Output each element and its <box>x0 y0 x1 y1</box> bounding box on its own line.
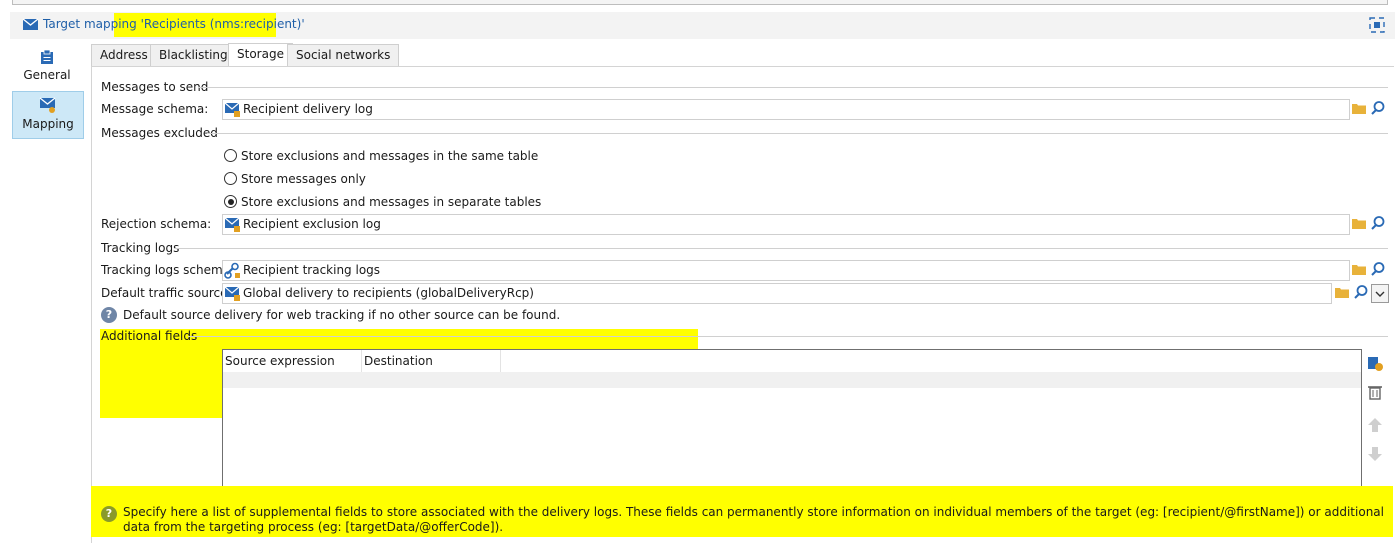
help-icon: ? <box>101 506 117 522</box>
delete-icon[interactable] <box>1366 383 1384 401</box>
schema-envelope-icon <box>224 217 240 232</box>
traffic-source-dropdown-button[interactable] <box>1371 284 1389 303</box>
tab-address[interactable]: Address <box>91 44 157 66</box>
radio-label: Store exclusions and messages in separat… <box>241 195 542 209</box>
radio-button[interactable] <box>224 149 237 162</box>
tracking-link-icon <box>224 262 240 279</box>
section-messages-to-send: Messages to send <box>101 80 209 94</box>
tracking-schema-value: Recipient tracking logs <box>243 263 381 277</box>
tab-social-networks[interactable]: Social networks <box>287 44 400 66</box>
folder-icon[interactable] <box>1351 215 1369 233</box>
maximize-icon[interactable] <box>1369 17 1385 33</box>
radio-button[interactable] <box>224 172 237 185</box>
section-messages-excluded: Messages excluded <box>101 126 218 140</box>
radio-label: Store messages only <box>241 172 366 186</box>
move-up-icon[interactable] <box>1366 416 1384 434</box>
tab-blacklisting[interactable]: Blacklisting <box>150 44 237 66</box>
traffic-source-label: Default traffic source: <box>101 286 232 300</box>
search-icon[interactable] <box>1370 215 1388 233</box>
chevron-down-icon <box>1375 291 1385 297</box>
section-tracking-logs: Tracking logs <box>101 241 180 255</box>
message-schema-value: Recipient delivery log <box>243 102 373 116</box>
help-icon: ? <box>101 307 117 323</box>
sidebar-item-label: Mapping <box>22 117 74 131</box>
search-icon[interactable] <box>1370 261 1388 279</box>
additional-fields-grid[interactable]: Source expression Destination <box>222 349 1362 502</box>
title-prefix: Target mapping <box>43 17 137 31</box>
radio-same-table[interactable]: Store exclusions and messages in the sam… <box>224 149 538 163</box>
delivery-envelope-icon <box>224 286 240 301</box>
radio-messages-only[interactable]: Store messages only <box>224 172 366 186</box>
table-row[interactable] <box>223 372 1361 388</box>
radio-label: Store exclusions and messages in the sam… <box>241 149 539 163</box>
section-additional-fields: Additional fields <box>101 329 198 343</box>
tab-storage[interactable]: Storage <box>228 43 293 67</box>
schema-envelope-icon <box>224 102 240 117</box>
tracking-schema-field[interactable]: Recipient tracking logs <box>222 260 1350 281</box>
traffic-help-text: Default source delivery for web tracking… <box>123 308 561 322</box>
message-schema-label: Message schema: <box>101 102 209 116</box>
radio-separate-tables[interactable]: Store exclusions and messages in separat… <box>224 195 541 209</box>
divider <box>198 87 1388 88</box>
divider <box>174 248 1388 249</box>
search-icon[interactable] <box>1353 284 1371 302</box>
rejection-schema-label: Rejection schema: <box>101 217 212 231</box>
rejection-schema-field[interactable]: Recipient exclusion log <box>222 214 1350 235</box>
folder-icon[interactable] <box>1351 261 1369 279</box>
column-header-destination[interactable]: Destination <box>362 350 501 372</box>
traffic-source-value: Global delivery to recipients (globalDel… <box>243 286 534 300</box>
folder-icon[interactable] <box>1334 284 1352 302</box>
rejection-schema-value: Recipient exclusion log <box>243 217 381 231</box>
page-title: Target mapping 'Recipients (nms:recipien… <box>43 17 305 31</box>
mapping-title-icon <box>22 18 39 30</box>
add-field-icon[interactable] <box>1366 354 1384 372</box>
search-icon[interactable] <box>1370 100 1388 118</box>
divider <box>188 336 1388 337</box>
sidebar: General Mapping <box>12 40 92 544</box>
mapping-envelope-icon <box>39 97 56 113</box>
column-header-source-expression[interactable]: Source expression <box>223 350 362 372</box>
title-entity: 'Recipients (nms:recipient)' <box>140 17 305 31</box>
sidebar-item-general[interactable]: General <box>12 46 82 92</box>
tracking-schema-label: Tracking logs schema: <box>101 263 235 277</box>
divider <box>207 133 1388 134</box>
window-top-strip <box>12 0 1388 5</box>
traffic-source-field[interactable]: Global delivery to recipients (globalDel… <box>222 283 1332 304</box>
sidebar-item-mapping[interactable]: Mapping <box>12 91 84 139</box>
move-down-icon[interactable] <box>1366 445 1384 463</box>
bottom-help-text: Specify here a list of supplemental fiel… <box>123 505 1384 534</box>
sidebar-item-label: General <box>23 68 71 82</box>
folder-icon[interactable] <box>1351 100 1369 118</box>
message-schema-field[interactable]: Recipient delivery log <box>222 99 1350 120</box>
radio-button-checked[interactable] <box>224 195 237 208</box>
clipboard-icon <box>41 49 53 64</box>
